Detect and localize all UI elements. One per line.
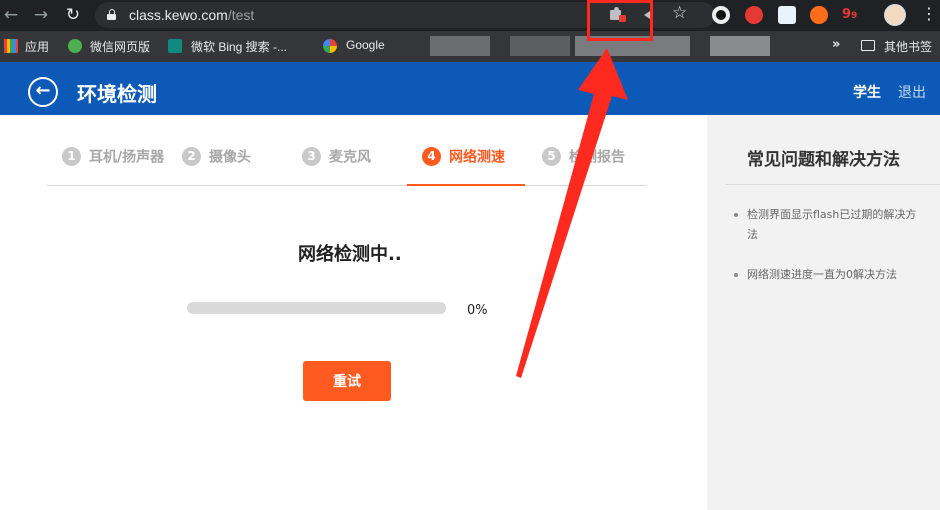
faq-item-flash[interactable]: 检测界面显示flash已过期的解决方法 bbox=[734, 205, 927, 245]
step-label: 检测报告 bbox=[569, 149, 625, 166]
progress-percent: 0% bbox=[467, 303, 488, 318]
folder-icon bbox=[861, 40, 875, 51]
url-host: class.kewo.com bbox=[129, 7, 228, 23]
step-label: 摄像头 bbox=[209, 149, 251, 166]
retry-button[interactable]: 重试 bbox=[303, 361, 391, 401]
progress-bar bbox=[187, 302, 446, 314]
apps-grid-icon bbox=[4, 39, 18, 53]
step-number: 3 bbox=[302, 147, 321, 166]
browser-toolbar: ← → ↻ class.kewo.com/test ☆ 99 ⋮ bbox=[0, 0, 940, 31]
lock-icon bbox=[107, 9, 116, 20]
logout-link[interactable]: 退出 bbox=[898, 82, 926, 102]
url-text: class.kewo.com/test bbox=[129, 7, 254, 23]
more-bookmarks-icon[interactable]: » bbox=[832, 37, 840, 52]
google-icon bbox=[323, 39, 337, 53]
detection-status: 网络检测中.. bbox=[298, 244, 402, 265]
active-step-underline bbox=[407, 184, 525, 186]
faq-sidebar: 常见问题和解决方法 检测界面显示flash已过期的解决方法 网络测速进度一直为0… bbox=[707, 115, 940, 510]
step-label: 麦克风 bbox=[329, 149, 371, 166]
step-tabs: 1 耳机/扬声器 2 摄像头 3 麦克风 4 网络测速 5 检测报告 bbox=[47, 140, 647, 186]
extension-icon[interactable] bbox=[810, 6, 828, 24]
url-path: /test bbox=[227, 7, 255, 23]
bookmark-google[interactable]: Google bbox=[346, 38, 385, 52]
step-headphones[interactable]: 1 耳机/扬声器 bbox=[62, 146, 164, 168]
user-name[interactable]: 学生 bbox=[853, 82, 881, 102]
faq-item-network-zero[interactable]: 网络测速进度一直为0解决方法 bbox=[734, 265, 927, 285]
page-title: 环境检测 bbox=[77, 82, 157, 106]
bookmark-bing[interactable]: 微软 Bing 搜索 -... bbox=[191, 38, 287, 55]
avatar[interactable] bbox=[884, 4, 906, 26]
step-number: 2 bbox=[182, 147, 201, 166]
forward-arrow-icon[interactable]: → bbox=[30, 4, 52, 26]
extension-icon[interactable] bbox=[712, 6, 730, 24]
step-microphone[interactable]: 3 麦克风 bbox=[302, 146, 371, 168]
back-arrow-icon[interactable]: ← bbox=[0, 4, 22, 26]
wechat-icon bbox=[68, 39, 82, 53]
step-network[interactable]: 4 网络测速 bbox=[422, 146, 505, 168]
app-header: ← 环境检测 学生 退出 bbox=[0, 62, 940, 115]
step-label: 网络测速 bbox=[449, 149, 505, 166]
step-number: 1 bbox=[62, 147, 81, 166]
step-report[interactable]: 5 检测报告 bbox=[542, 146, 625, 168]
bing-icon bbox=[168, 39, 182, 53]
extension-icon[interactable] bbox=[778, 6, 796, 24]
step-number: 4 bbox=[422, 147, 441, 166]
extension-icon[interactable] bbox=[745, 6, 763, 24]
faq-title: 常见问题和解决方法 bbox=[747, 150, 900, 170]
extension-icon[interactable]: 99 bbox=[842, 6, 860, 24]
blurred-bookmark bbox=[430, 36, 490, 56]
annotation-highlight-box bbox=[587, 0, 653, 41]
step-camera[interactable]: 2 摄像头 bbox=[182, 146, 251, 168]
blurred-bookmark bbox=[710, 36, 770, 56]
bookmark-apps[interactable]: 应用 bbox=[25, 38, 49, 55]
bookmark-star-icon[interactable]: ☆ bbox=[672, 3, 687, 23]
faq-divider bbox=[725, 184, 940, 185]
step-label: 耳机/扬声器 bbox=[89, 149, 165, 166]
menu-dots-icon[interactable]: ⋮ bbox=[921, 5, 937, 23]
step-number: 5 bbox=[542, 147, 561, 166]
blurred-bookmark bbox=[510, 36, 570, 56]
reload-icon[interactable]: ↻ bbox=[62, 4, 84, 26]
bookmark-wechat[interactable]: 微信网页版 bbox=[90, 38, 150, 55]
back-icon[interactable]: ← bbox=[28, 77, 58, 107]
bookmark-other[interactable]: 其他书签 bbox=[884, 38, 932, 55]
